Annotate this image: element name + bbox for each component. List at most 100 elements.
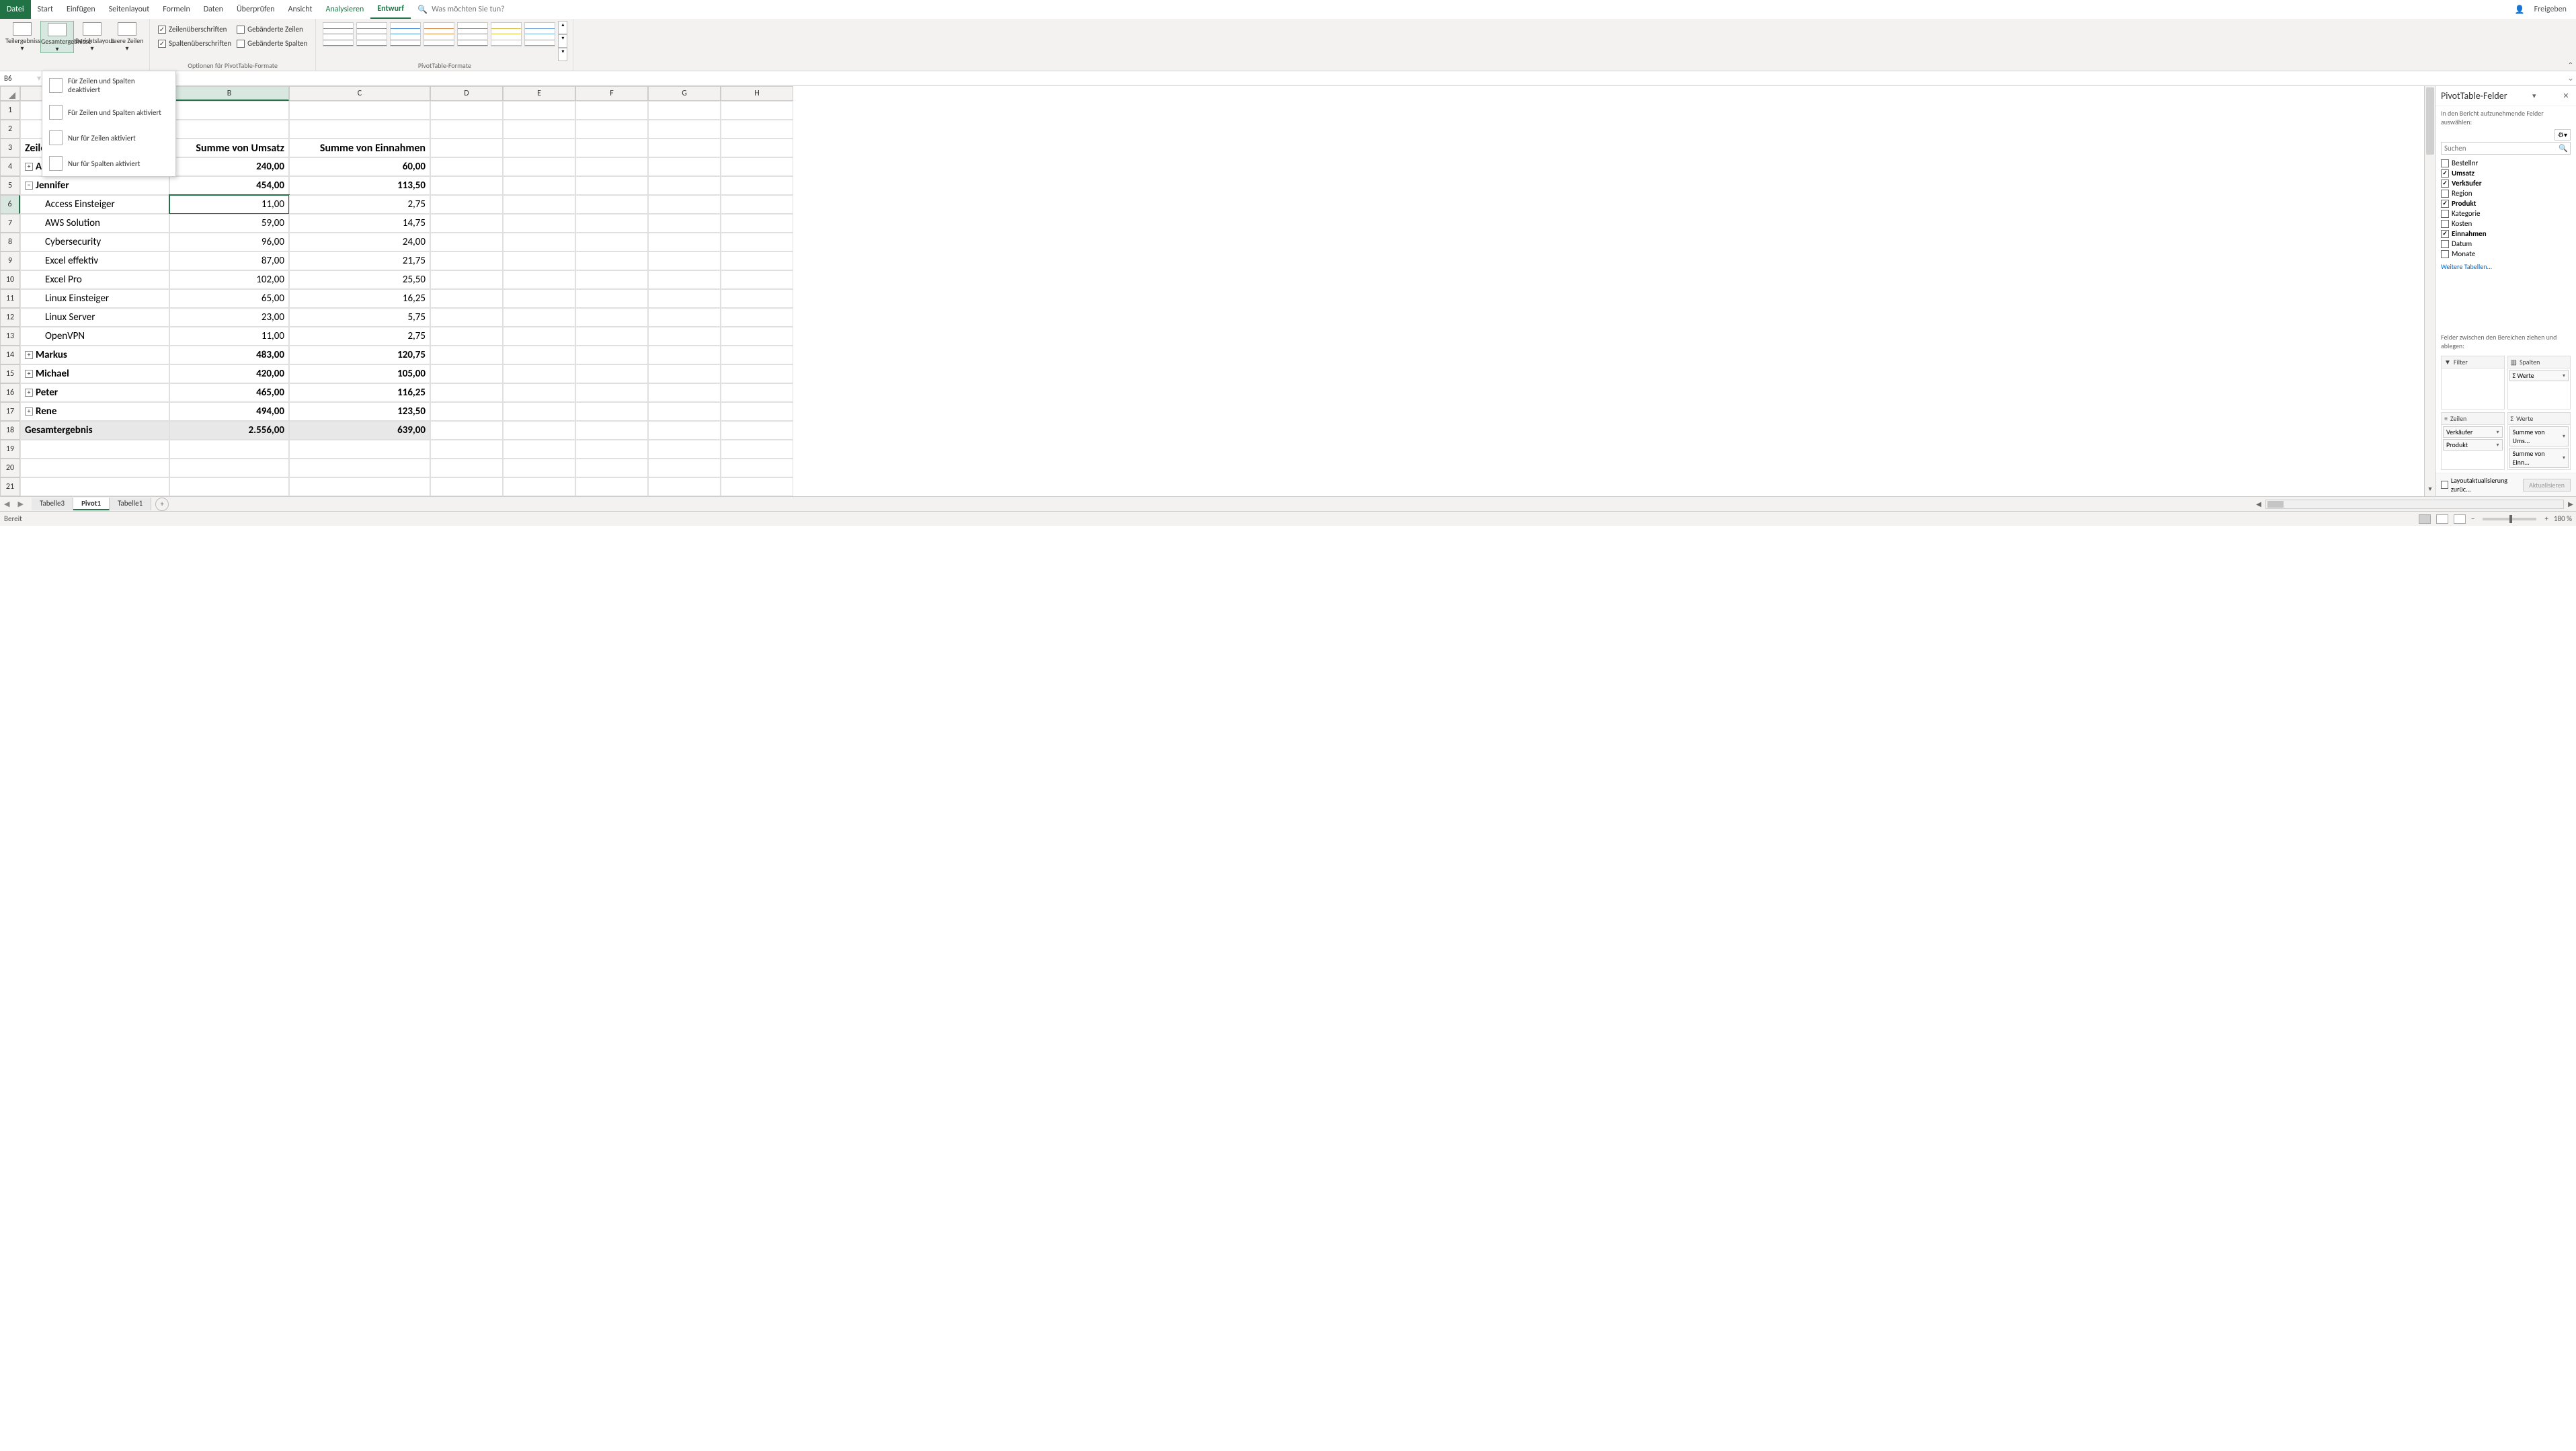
cell[interactable] — [721, 270, 793, 289]
cell[interactable] — [503, 364, 575, 383]
cell[interactable]: 483,00 — [169, 346, 289, 364]
pivot-style-1[interactable] — [356, 22, 387, 46]
cell[interactable] — [289, 459, 430, 477]
cell[interactable] — [721, 289, 793, 308]
cell[interactable] — [648, 139, 721, 157]
tab-daten[interactable]: Daten — [197, 0, 230, 19]
tab-überprüfen[interactable]: Überprüfen — [230, 0, 282, 19]
cell[interactable] — [430, 157, 503, 176]
tab-start[interactable]: Start — [31, 0, 60, 19]
cell[interactable] — [430, 402, 503, 421]
cell[interactable] — [648, 327, 721, 346]
cell[interactable] — [575, 270, 648, 289]
horizontal-scrollbar[interactable] — [2265, 500, 2564, 509]
sheet-nav-left-icon[interactable]: ◀ — [0, 500, 13, 508]
tab-seitenlayout[interactable]: Seitenlayout — [102, 0, 157, 19]
formula-expand-icon[interactable]: ⌄ — [2565, 73, 2576, 83]
more-tables-link[interactable]: Weitere Tabellen... — [2436, 261, 2576, 272]
cell[interactable] — [648, 364, 721, 383]
cell[interactable] — [721, 308, 793, 327]
hscroll-right-icon[interactable]: ▶ — [2565, 500, 2576, 508]
expand-icon[interactable]: + — [25, 370, 33, 378]
share-button[interactable]: Freigeben — [2534, 5, 2567, 14]
expand-icon[interactable]: + — [25, 389, 33, 397]
cell[interactable] — [575, 101, 648, 120]
zone-item[interactable]: Summe von Einn... — [2509, 448, 2569, 468]
field-produkt[interactable]: Produkt — [2441, 199, 2571, 208]
zone-item[interactable]: Summe von Ums... — [2509, 426, 2569, 446]
cell[interactable] — [648, 251, 721, 270]
expand-icon[interactable]: − — [25, 182, 33, 190]
gallery-down-icon[interactable]: ▾ — [558, 34, 567, 48]
user-icon[interactable]: 👤 — [2515, 5, 2525, 15]
sheet-tab-tabelle1[interactable]: Tabelle1 — [110, 498, 151, 510]
cell[interactable]: +Michael — [20, 364, 169, 383]
cell[interactable]: Excel Pro — [20, 270, 169, 289]
cell[interactable]: 60,00 — [289, 157, 430, 176]
cell[interactable] — [430, 176, 503, 195]
cell[interactable] — [503, 233, 575, 251]
cell[interactable] — [503, 421, 575, 440]
pivot-style-0[interactable] — [323, 22, 354, 46]
sheet-tab-tabelle3[interactable]: Tabelle3 — [32, 498, 73, 510]
cell[interactable] — [648, 346, 721, 364]
cell[interactable] — [503, 270, 575, 289]
expand-icon[interactable]: + — [25, 351, 33, 359]
cell[interactable] — [721, 139, 793, 157]
cell[interactable] — [648, 308, 721, 327]
cell[interactable]: Access Einsteiger — [20, 195, 169, 214]
banded-rows-checkbox[interactable]: Gebänderte Zeilen — [237, 25, 307, 34]
zoom-out-button[interactable]: − — [2471, 514, 2474, 523]
cell[interactable] — [575, 327, 648, 346]
cell[interactable] — [430, 383, 503, 402]
cell[interactable]: Summe von Einnahmen — [289, 139, 430, 157]
cell[interactable] — [503, 477, 575, 496]
cell[interactable] — [503, 327, 575, 346]
cell[interactable] — [430, 289, 503, 308]
berichtslayout-button[interactable]: Berichtslayout▾ — [75, 21, 109, 53]
cell[interactable] — [648, 101, 721, 120]
cell[interactable]: 2.556,00 — [169, 421, 289, 440]
hscroll-left-icon[interactable]: ◀ — [2253, 500, 2264, 508]
add-sheet-button[interactable]: + — [155, 498, 169, 511]
cell[interactable]: Summe von Umsatz — [169, 139, 289, 157]
gallery-up-icon[interactable]: ▴ — [558, 21, 567, 34]
tab-analysieren[interactable]: Analysieren — [319, 0, 371, 19]
cell[interactable] — [289, 440, 430, 459]
field-region[interactable]: Region — [2441, 189, 2571, 198]
row-header[interactable]: 17 — [0, 402, 20, 421]
cell[interactable]: 105,00 — [289, 364, 430, 383]
cell[interactable] — [169, 459, 289, 477]
col-header-C[interactable]: C — [289, 86, 430, 101]
field-search-input[interactable] — [2441, 142, 2571, 155]
col-header-F[interactable]: F — [575, 86, 648, 101]
cell[interactable] — [721, 402, 793, 421]
cell[interactable]: 465,00 — [169, 383, 289, 402]
page-break-view-button[interactable] — [2454, 514, 2466, 524]
cell[interactable] — [721, 383, 793, 402]
cell[interactable] — [575, 233, 648, 251]
cell[interactable]: OpenVPN — [20, 327, 169, 346]
cell[interactable] — [721, 195, 793, 214]
cell[interactable] — [169, 120, 289, 139]
cell[interactable]: 2,75 — [289, 195, 430, 214]
field-kategorie[interactable]: Kategorie — [2441, 209, 2571, 218]
zone-item[interactable]: Verkäufer — [2443, 426, 2503, 438]
row-header[interactable]: 11 — [0, 289, 20, 308]
cell[interactable] — [169, 477, 289, 496]
cell[interactable] — [430, 327, 503, 346]
cell[interactable]: 16,25 — [289, 289, 430, 308]
row-header[interactable]: 1 — [0, 101, 20, 120]
cell[interactable]: 65,00 — [169, 289, 289, 308]
cell[interactable]: 494,00 — [169, 402, 289, 421]
cell[interactable]: +Markus — [20, 346, 169, 364]
cell[interactable]: AWS Solution — [20, 214, 169, 233]
cell[interactable] — [648, 270, 721, 289]
teilergebnisse-button[interactable]: Teilergebnisse▾ — [5, 21, 39, 53]
gallery-more-icon[interactable]: ▾ — [558, 48, 567, 61]
cell[interactable] — [503, 459, 575, 477]
cell[interactable]: Excel effektiv — [20, 251, 169, 270]
tab-formeln[interactable]: Formeln — [156, 0, 196, 19]
field-verkäufer[interactable]: Verkäufer — [2441, 179, 2571, 188]
row-headers-checkbox[interactable]: Zeilenüberschriften — [158, 25, 231, 34]
